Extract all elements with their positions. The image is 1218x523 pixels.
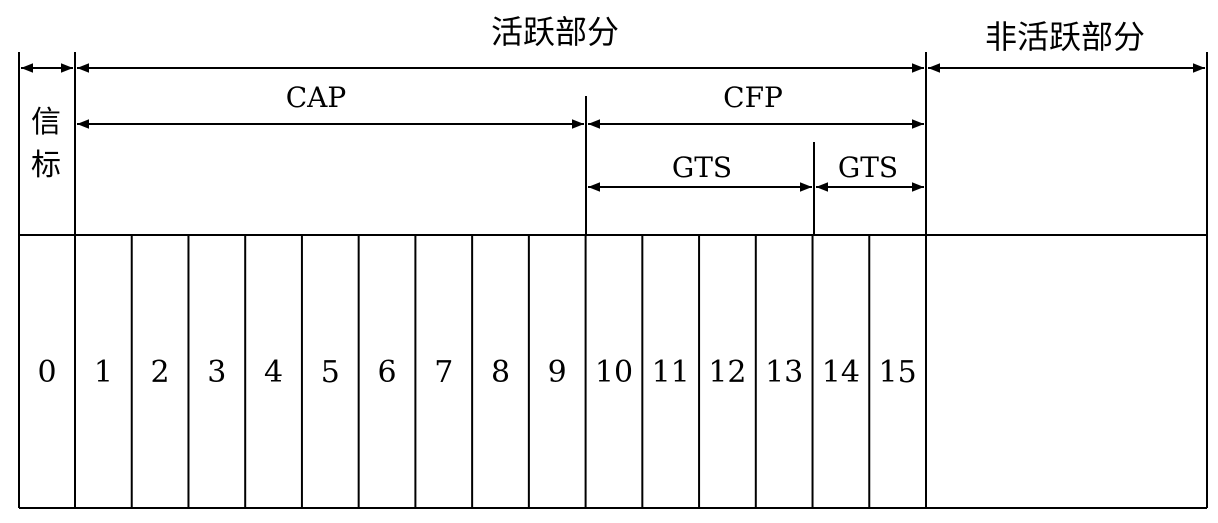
slot-label-13: 13 (765, 355, 803, 390)
dimension-arrows (21, 63, 1205, 192)
slot-label-2: 2 (151, 355, 170, 390)
cap-label: CAP (286, 81, 346, 114)
gts-label-2: GTS (838, 151, 898, 184)
slot-label-12: 12 (708, 355, 746, 390)
slot-label-1: 1 (94, 355, 113, 390)
slot-table: 0 1 2 3 4 5 6 7 8 9 10 11 12 13 14 15 (19, 234, 1207, 509)
beacon-label-1: 信 (31, 105, 61, 140)
slot-label-8: 8 (491, 355, 510, 390)
slot-label-9: 9 (548, 355, 567, 390)
superframe-diagram: 活跃部分 非活跃部分 信 标 CAP CFP GTS GTS 012345678… (18, 13, 1208, 509)
gts-label-1: GTS (672, 151, 732, 184)
beacon-label-2: 标 (31, 148, 61, 183)
slot-labels: 0 1 2 3 4 5 6 7 8 9 10 11 12 13 14 15 (37, 355, 916, 390)
boundary-lines (18, 52, 1208, 508)
slot-label-3: 3 (207, 355, 226, 390)
slot-label-0: 0 (37, 355, 56, 390)
slot-label-5: 5 (321, 355, 340, 390)
inactive-part-label: 非活跃部分 (985, 18, 1145, 56)
active-part-label: 活跃部分 (491, 13, 619, 51)
slot-label-4: 4 (264, 355, 283, 390)
slot-label-14: 14 (822, 355, 860, 390)
slot-label-10: 10 (595, 355, 633, 390)
cfp-label: CFP (723, 81, 783, 114)
slot-label-15: 15 (879, 355, 917, 390)
slot-label-11: 11 (652, 355, 690, 390)
slot-label-7: 7 (434, 355, 453, 390)
slot-label-6: 6 (377, 355, 396, 390)
